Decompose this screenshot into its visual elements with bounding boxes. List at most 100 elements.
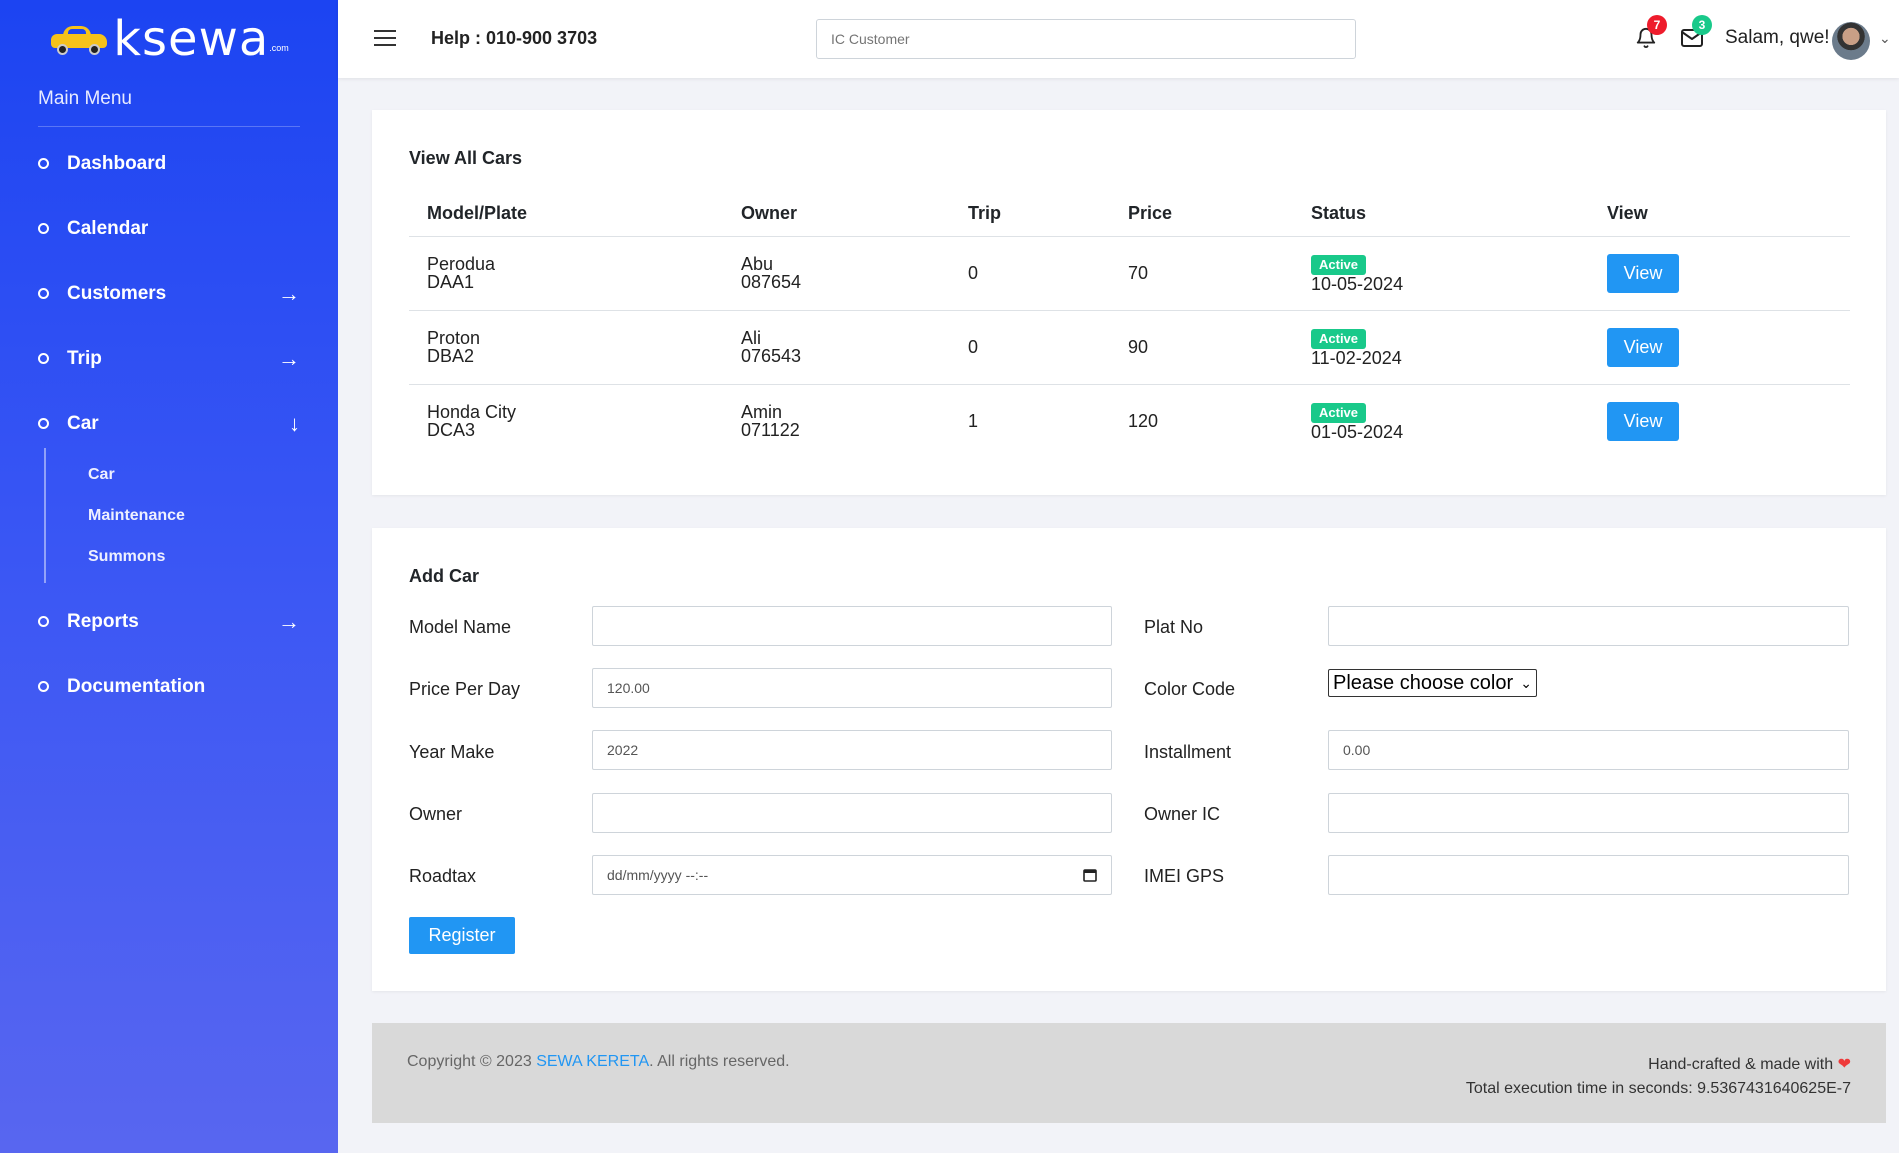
made-with-text: Hand-crafted & made with [1648, 1056, 1834, 1073]
model-plate-cell: Perodua DAA1 [409, 236, 723, 311]
car-plate: DBA2 [427, 346, 475, 366]
sidebar-item-label: Car [67, 412, 99, 434]
add-car-card: Add Car Model Name Plat No Price Per Day… [372, 528, 1886, 991]
status-cell: Active 01-05-2024 [1293, 384, 1589, 458]
sidebar-item-label: Customers [67, 282, 167, 304]
owner-name: Abu [741, 254, 774, 274]
roadtax-datetime-input[interactable]: dd/mm/yyyy --:-- [592, 855, 1112, 895]
copyright: Copyright © 2023 SEWA KERETA. All rights… [407, 1053, 790, 1071]
owner-input[interactable] [592, 793, 1112, 833]
price-cell: 90 [1110, 310, 1293, 385]
notification-count-badge: 7 [1647, 15, 1667, 35]
owner-cell: Amin 071122 [723, 384, 950, 458]
trip-cell: 1 [968, 411, 979, 432]
view-cell: View [1589, 310, 1850, 385]
footer: Copyright © 2023 SEWA KERETA. All rights… [372, 1023, 1886, 1123]
owner-ic-input[interactable] [1328, 793, 1849, 833]
car-plate: DAA1 [427, 272, 475, 292]
owner-ic: 076543 [741, 346, 802, 366]
user-greeting[interactable]: Salam, qwe! [1725, 27, 1830, 49]
circle-icon [38, 223, 49, 234]
sidebar-item-dashboard[interactable]: Dashboard [0, 131, 338, 196]
owner-ic-label: Owner IC [1144, 804, 1221, 824]
avatar[interactable] [1832, 22, 1870, 60]
view-button[interactable]: View [1607, 253, 1679, 293]
year-make-input[interactable]: 2022 [592, 730, 1112, 770]
sidebar-item-customers[interactable]: Customers → [0, 261, 338, 326]
owner-name: Ali [741, 328, 762, 348]
color-code-selected: Please choose color [1333, 671, 1514, 694]
owner-ic: 071122 [741, 420, 800, 441]
trip-cell: 0 [950, 236, 1110, 311]
trip-cell: 0 [950, 310, 1110, 385]
circle-icon [38, 681, 49, 692]
circle-icon [38, 616, 49, 627]
owner-name: Amin [741, 402, 783, 423]
roadtax-placeholder: dd/mm/yyyy --:-- [607, 867, 709, 883]
model-name-input[interactable] [592, 606, 1112, 646]
sidebar-item-label: Trip [67, 347, 102, 369]
model-plate-cell: Honda City DCA3 [409, 384, 723, 458]
sidebar-item-reports[interactable]: Reports → [0, 589, 338, 654]
model-plate-cell: Proton DBA2 [409, 310, 723, 385]
copyright-prefix: Copyright © 2023 [407, 1053, 537, 1070]
heart-icon: ❤ [1837, 1056, 1851, 1073]
car-plate: DCA3 [427, 420, 476, 441]
car-model: Honda City [427, 402, 517, 423]
sidebar-item-label: Dashboard [67, 152, 167, 174]
sidebar-item-calendar[interactable]: Calendar [0, 196, 338, 261]
sidebar-item-trip[interactable]: Trip → [0, 326, 338, 391]
brand-logo[interactable]: ksewa .com [0, 0, 338, 78]
table-header-row: Model/Plate Owner Trip Price Status View [409, 192, 1850, 237]
cars-table: Model/Plate Owner Trip Price Status View… [409, 192, 1850, 458]
hamburger-menu-icon[interactable] [374, 30, 396, 46]
view-cell: View [1589, 384, 1850, 458]
view-button[interactable]: View [1607, 327, 1679, 367]
calendar-icon[interactable] [1083, 868, 1097, 882]
submenu-item-summons[interactable]: Summons [46, 536, 338, 577]
sidebar-nav: Dashboard Calendar Customers → Trip → Ca… [0, 131, 338, 719]
circle-icon [38, 353, 49, 364]
submenu-item-maintenance[interactable]: Maintenance [46, 495, 338, 536]
price-per-day-input[interactable]: 120.00 [592, 668, 1112, 708]
sidebar-item-documentation[interactable]: Documentation [0, 654, 338, 719]
plat-no-input[interactable] [1328, 606, 1849, 646]
price-cell: 120 [1128, 411, 1159, 432]
car-submenu: Car Maintenance Summons [44, 448, 338, 583]
view-button[interactable]: View [1607, 401, 1679, 441]
installment-input[interactable]: 0.00 [1328, 730, 1849, 770]
installment-label: Installment [1144, 742, 1232, 762]
column-header: View [1589, 192, 1850, 237]
submenu-item-car[interactable]: Car [46, 454, 338, 495]
view-cell: View [1589, 236, 1850, 311]
view-all-cars-title: View All Cars [409, 148, 523, 168]
status-badge: Active [1311, 402, 1367, 423]
sidebar-item-car[interactable]: Car ↓ [0, 391, 338, 456]
brand-name: ksewa [113, 11, 270, 67]
imei-gps-input[interactable] [1328, 855, 1849, 895]
sewa-kereta-link[interactable]: SEWA KERETA [536, 1053, 649, 1070]
sidebar-item-label: Reports [67, 610, 139, 632]
status-date: 01-05-2024 [1311, 421, 1404, 442]
arrow-down-icon: ↓ [289, 411, 300, 436]
ic-customer-search-input[interactable] [816, 19, 1356, 59]
sidebar: ksewa .com Main Menu Dashboard Calendar … [0, 0, 338, 1153]
help-phone: Help : 010-900 3703 [431, 28, 598, 48]
chevron-down-icon: ⌄ [1520, 674, 1532, 691]
register-button[interactable]: Register [409, 917, 515, 954]
status-date: 11-02-2024 [1311, 347, 1402, 368]
car-logo-icon [49, 24, 109, 55]
column-header: Status [1293, 192, 1589, 237]
chevron-down-icon[interactable]: ⌄ [1879, 30, 1891, 47]
price-cell: 70 [1110, 236, 1293, 311]
color-code-select[interactable]: Please choose color ⌄ [1328, 669, 1537, 697]
plat-no-label: Plat No [1144, 617, 1204, 637]
year-make-label: Year Make [409, 742, 495, 762]
arrow-right-icon: → [278, 346, 300, 371]
add-car-title: Add Car [409, 566, 480, 586]
table-row: Perodua DAA1 Abu 087654 0 70 Active 10-05-2… [409, 236, 1850, 311]
color-code-label: Color Code [1144, 679, 1236, 699]
status-cell: Active 10-05-2024 [1293, 236, 1589, 311]
view-all-cars-card: View All Cars Model/Plate Owner Trip Pri… [372, 110, 1886, 495]
circle-icon [38, 158, 49, 169]
